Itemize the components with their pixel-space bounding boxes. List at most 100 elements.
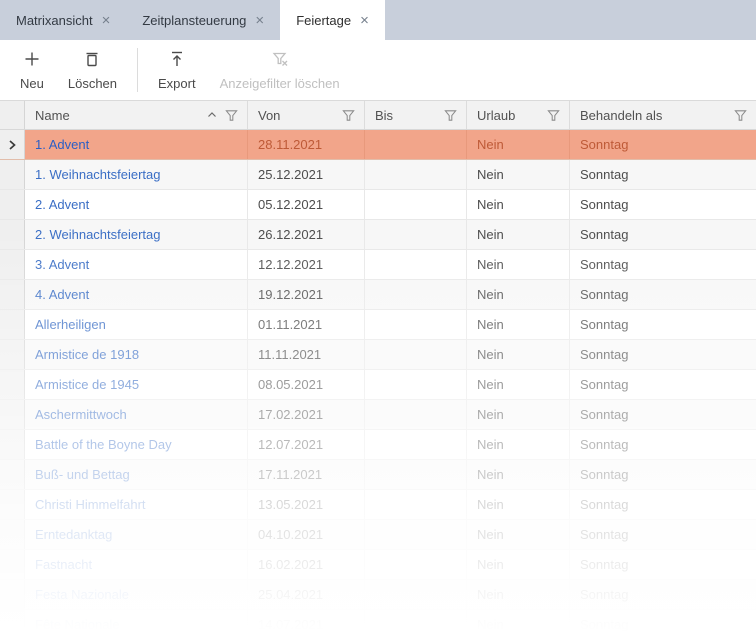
delete-button[interactable]: Löschen bbox=[56, 44, 129, 96]
von-cell: 16.02.2021 bbox=[248, 550, 365, 579]
table-row[interactable]: Allerheiligen 01.11.2021 Nein Sonntag bbox=[0, 310, 756, 340]
column-header-behandeln-als[interactable]: Behandeln als bbox=[570, 101, 756, 129]
trash-icon bbox=[82, 49, 102, 72]
holiday-name-link[interactable]: 2. Advent bbox=[35, 197, 89, 212]
column-header-name[interactable]: Name bbox=[25, 101, 248, 129]
holiday-name-link[interactable]: Armistice de 1918 bbox=[35, 347, 139, 362]
toolbar-separator bbox=[137, 48, 138, 92]
tab-feiertage-label: Feiertage bbox=[296, 13, 351, 28]
holiday-name-link[interactable]: 1. Advent bbox=[35, 137, 89, 152]
filter-icon[interactable] bbox=[341, 108, 356, 123]
bis-cell bbox=[365, 430, 467, 459]
holiday-name-cell: Fête Nationale bbox=[25, 610, 248, 633]
row-selector-cell bbox=[0, 430, 25, 459]
holiday-name-link[interactable]: Buß- und Bettag bbox=[35, 467, 130, 482]
holiday-name-cell: 3. Advent bbox=[25, 250, 248, 279]
column-header-bis-label: Bis bbox=[375, 108, 443, 123]
von-cell: 05.12.2021 bbox=[248, 190, 365, 219]
holiday-name-cell: 4. Advent bbox=[25, 280, 248, 309]
table-row[interactable]: Armistice de 1918 11.11.2021 Nein Sonnta… bbox=[0, 340, 756, 370]
toolbar: Neu Löschen Export bbox=[0, 40, 756, 101]
holiday-name-link[interactable]: 2. Weihnachtsfeiertag bbox=[35, 227, 161, 242]
filter-icon[interactable] bbox=[224, 108, 239, 123]
row-selector-cell bbox=[0, 250, 25, 279]
column-header-von[interactable]: Von bbox=[248, 101, 365, 129]
holiday-name-link[interactable]: Fête Nationale bbox=[35, 617, 120, 632]
holiday-name-cell: Allerheiligen bbox=[25, 310, 248, 339]
holiday-name-link[interactable]: Allerheiligen bbox=[35, 317, 106, 332]
row-selector-cell bbox=[0, 580, 25, 609]
table-row[interactable]: Erntedanktag 04.10.2021 Nein Sonntag bbox=[0, 520, 756, 550]
delete-button-label: Löschen bbox=[68, 76, 117, 91]
new-button[interactable]: Neu bbox=[8, 44, 56, 96]
holiday-name-link[interactable]: 3. Advent bbox=[35, 257, 89, 272]
table-row[interactable]: Aschermittwoch 17.02.2021 Nein Sonntag bbox=[0, 400, 756, 430]
table-row[interactable]: 1. Advent 28.11.2021 Nein Sonntag bbox=[0, 130, 756, 160]
table-row[interactable]: Battle of the Boyne Day 12.07.2021 Nein … bbox=[0, 430, 756, 460]
filter-icon[interactable] bbox=[443, 108, 458, 123]
urlaub-cell: Nein bbox=[467, 220, 570, 249]
column-header-urlaub[interactable]: Urlaub bbox=[467, 101, 570, 129]
behandeln-als-cell: Sonntag bbox=[570, 430, 756, 459]
von-cell: 04.10.2021 bbox=[248, 520, 365, 549]
holiday-name-link[interactable]: Erntedanktag bbox=[35, 527, 112, 542]
behandeln-als-cell: Sonntag bbox=[570, 220, 756, 249]
bis-cell bbox=[365, 400, 467, 429]
column-header-von-label: Von bbox=[258, 108, 341, 123]
von-cell: 17.02.2021 bbox=[248, 400, 365, 429]
holiday-name-cell: Aschermittwoch bbox=[25, 400, 248, 429]
holiday-name-link[interactable]: Armistice de 1945 bbox=[35, 377, 139, 392]
table-row[interactable]: Fête Nationale 14.07.2021 Nein Sonntag bbox=[0, 610, 756, 633]
von-cell: 11.11.2021 bbox=[248, 340, 365, 369]
holiday-name-link[interactable]: 4. Advent bbox=[35, 287, 89, 302]
holiday-name-link[interactable]: Fastnacht bbox=[35, 557, 92, 572]
tab-zeitplansteuerung[interactable]: Zeitplansteuerung × bbox=[126, 0, 280, 40]
bis-cell bbox=[365, 460, 467, 489]
filter-x-icon bbox=[270, 49, 290, 72]
urlaub-cell: Nein bbox=[467, 490, 570, 519]
table-row[interactable]: 2. Weihnachtsfeiertag 26.12.2021 Nein So… bbox=[0, 220, 756, 250]
urlaub-cell: Nein bbox=[467, 250, 570, 279]
von-cell: 19.12.2021 bbox=[248, 280, 365, 309]
table-row[interactable]: Christi Himmelfahrt 13.05.2021 Nein Sonn… bbox=[0, 490, 756, 520]
sort-ascending-icon bbox=[206, 109, 218, 121]
bis-cell bbox=[365, 340, 467, 369]
row-selector-cell bbox=[0, 610, 25, 633]
filter-icon[interactable] bbox=[546, 108, 561, 123]
row-selector-cell bbox=[0, 520, 25, 549]
column-header-bis[interactable]: Bis bbox=[365, 101, 467, 129]
table-row[interactable]: Buß- und Bettag 17.11.2021 Nein Sonntag bbox=[0, 460, 756, 490]
table-row[interactable]: 2. Advent 05.12.2021 Nein Sonntag bbox=[0, 190, 756, 220]
table-row[interactable]: 4. Advent 19.12.2021 Nein Sonntag bbox=[0, 280, 756, 310]
tab-matrixansicht[interactable]: Matrixansicht × bbox=[0, 0, 126, 40]
close-icon[interactable]: × bbox=[102, 13, 111, 28]
close-icon[interactable]: × bbox=[255, 13, 264, 28]
table-row[interactable]: Festa Nazionale 25.04.2021 Nein Sonntag bbox=[0, 580, 756, 610]
bis-cell bbox=[365, 280, 467, 309]
behandeln-als-cell: Sonntag bbox=[570, 190, 756, 219]
urlaub-cell: Nein bbox=[467, 550, 570, 579]
filter-icon[interactable] bbox=[733, 108, 748, 123]
behandeln-als-cell: Sonntag bbox=[570, 610, 756, 633]
holiday-name-link[interactable]: Aschermittwoch bbox=[35, 407, 127, 422]
close-icon[interactable]: × bbox=[360, 13, 369, 28]
tab-feiertage[interactable]: Feiertage × bbox=[280, 0, 385, 40]
urlaub-cell: Nein bbox=[467, 460, 570, 489]
behandeln-als-cell: Sonntag bbox=[570, 160, 756, 189]
clear-display-filter-button[interactable]: Anzeigefilter löschen bbox=[208, 44, 352, 96]
von-cell: 12.07.2021 bbox=[248, 430, 365, 459]
holiday-name-link[interactable]: Battle of the Boyne Day bbox=[35, 437, 172, 452]
table-row[interactable]: 3. Advent 12.12.2021 Nein Sonntag bbox=[0, 250, 756, 280]
table-row[interactable]: 1. Weihnachtsfeiertag 25.12.2021 Nein So… bbox=[0, 160, 756, 190]
urlaub-cell: Nein bbox=[467, 370, 570, 399]
behandeln-als-cell: Sonntag bbox=[570, 550, 756, 579]
table-row[interactable]: Armistice de 1945 08.05.2021 Nein Sonnta… bbox=[0, 370, 756, 400]
von-cell: 26.12.2021 bbox=[248, 220, 365, 249]
row-selector-cell bbox=[0, 190, 25, 219]
holiday-name-link[interactable]: Festa Nazionale bbox=[35, 587, 129, 602]
table-row[interactable]: Fastnacht 16.02.2021 Nein Sonntag bbox=[0, 550, 756, 580]
holiday-name-link[interactable]: 1. Weihnachtsfeiertag bbox=[35, 167, 161, 182]
export-button[interactable]: Export bbox=[146, 44, 208, 96]
von-cell: 25.12.2021 bbox=[248, 160, 365, 189]
holiday-name-link[interactable]: Christi Himmelfahrt bbox=[35, 497, 146, 512]
